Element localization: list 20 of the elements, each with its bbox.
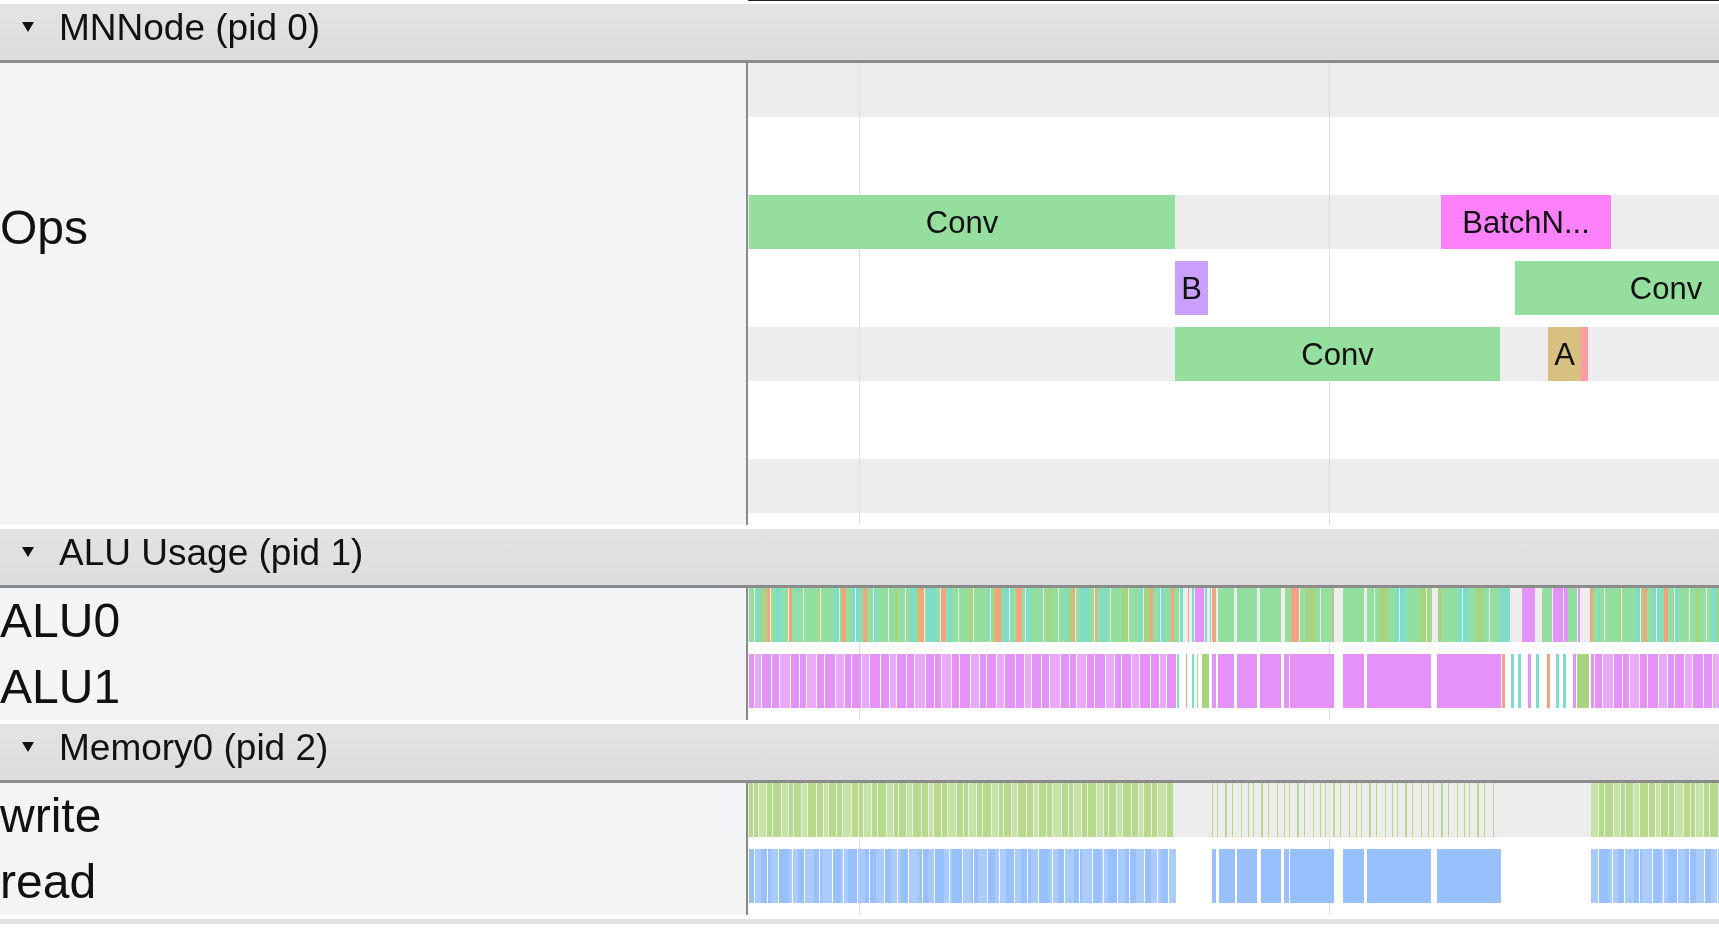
thread-label: read [0,854,97,910]
disclosure-triangle-icon[interactable] [22,742,34,752]
process-header[interactable]: ALU Usage (pid 1) [0,529,1719,588]
trace-slice[interactable]: A [1548,327,1581,381]
thread-label: Ops [0,200,89,256]
trace-slice[interactable]: Conv [749,195,1175,249]
thread-label: write [0,788,102,844]
process-header[interactable]: Memory0 (pid 2) [0,724,1719,783]
process-title: ALU Usage (pid 1) [59,533,364,571]
trace-slice[interactable]: Conv [1175,327,1500,381]
disclosure-triangle-icon[interactable] [22,547,34,557]
process-title: Memory0 (pid 2) [59,728,329,766]
thread-label: ALU1 [0,659,121,715]
process-header[interactable]: MNNode (pid 0) [0,4,1719,63]
thread-label: ALU0 [0,593,121,649]
disclosure-triangle-icon[interactable] [22,22,34,32]
trace-slice[interactable]: BatchN... [1441,195,1611,249]
trace-slice[interactable]: Conv [1515,261,1719,315]
process-title: MNNode (pid 0) [59,8,321,46]
trace-slice[interactable]: B [1175,261,1208,315]
